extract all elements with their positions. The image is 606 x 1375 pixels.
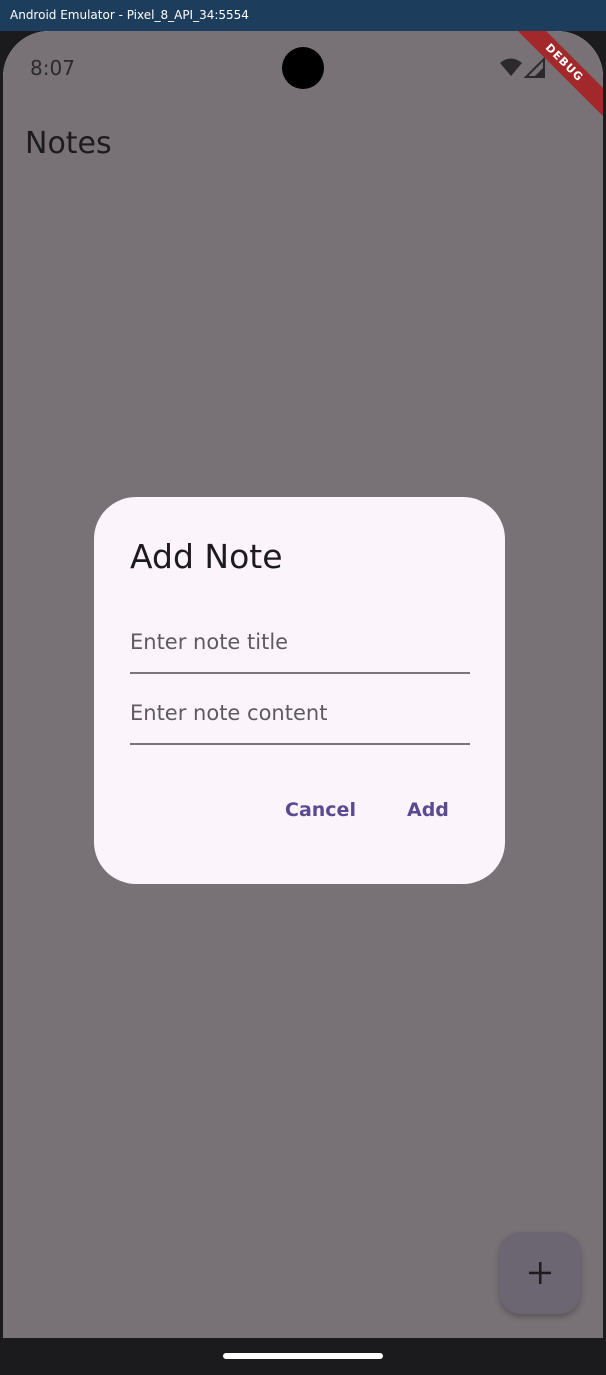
- home-indicator[interactable]: [223, 1353, 383, 1359]
- note-title-input[interactable]: [130, 630, 470, 654]
- window-title: Android Emulator - Pixel_8_API_34:5554: [10, 8, 249, 22]
- add-note-dialog: Add Note Cancel Add: [94, 497, 505, 884]
- note-title-field: [130, 614, 470, 674]
- page-title: Notes: [25, 126, 112, 161]
- dialog-title: Add Note: [130, 537, 283, 576]
- plus-icon: [529, 1262, 551, 1284]
- note-content-input[interactable]: [130, 701, 470, 725]
- emulator-title-bar: Android Emulator - Pixel_8_API_34:5554: [0, 0, 606, 31]
- add-button[interactable]: Add: [397, 793, 459, 827]
- cancel-button[interactable]: Cancel: [275, 793, 366, 827]
- camera-cutout: [282, 47, 324, 89]
- status-time: 8:07: [30, 56, 75, 80]
- wifi-icon: [500, 58, 522, 76]
- status-icons: [498, 56, 548, 80]
- note-content-field: [130, 685, 470, 745]
- add-note-fab[interactable]: [499, 1232, 581, 1314]
